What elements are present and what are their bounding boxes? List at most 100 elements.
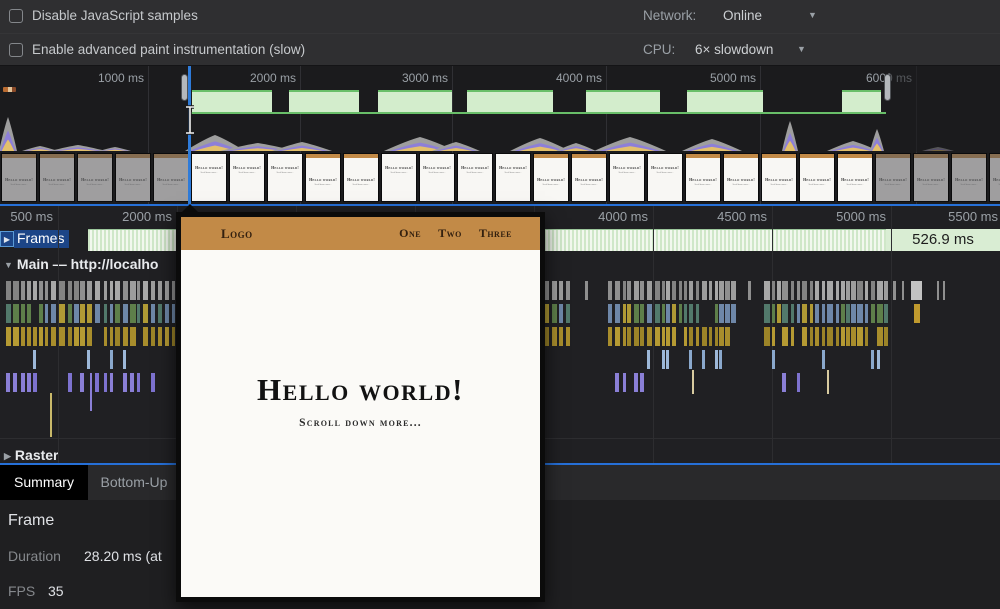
flame-event-bar[interactable]	[615, 327, 620, 346]
flame-event-bar[interactable]	[6, 304, 11, 323]
flame-event-bar[interactable]	[51, 304, 56, 323]
flame-event-bar[interactable]	[696, 281, 699, 300]
flame-event-bar[interactable]	[777, 281, 781, 300]
flame-event-bar[interactable]	[857, 281, 863, 300]
flame-event-bar[interactable]	[130, 281, 136, 300]
flame-event-bar[interactable]	[662, 304, 666, 323]
expand-arrow-icon[interactable]: ▶	[0, 231, 14, 247]
flame-event-bar[interactable]	[655, 327, 660, 346]
flame-event-bar[interactable]	[802, 327, 806, 346]
flame-event-bar[interactable]	[715, 281, 718, 300]
flame-event-bar[interactable]	[45, 281, 48, 300]
flame-event-bar[interactable]	[640, 281, 644, 300]
flame-event-bar[interactable]	[672, 281, 676, 300]
flame-event-bar[interactable]	[841, 281, 845, 300]
flame-event-bar[interactable]	[871, 350, 874, 369]
flame-event-bar[interactable]	[552, 327, 557, 346]
flame-event-bar[interactable]	[74, 327, 79, 346]
flame-event-bar[interactable]	[6, 373, 10, 392]
flame-event-bar[interactable]	[679, 304, 682, 323]
film-thumbnail[interactable]: Hello world!Scroll down more...	[913, 153, 949, 202]
flame-event-bar[interactable]	[137, 373, 141, 392]
flame-event-bar[interactable]	[45, 327, 48, 346]
flame-event-bar[interactable]	[634, 373, 638, 392]
flame-event-bar[interactable]	[21, 327, 25, 346]
flame-event-bar[interactable]	[709, 327, 712, 346]
flame-event-bar[interactable]	[696, 304, 699, 323]
flame-event-bar[interactable]	[615, 304, 620, 323]
flame-event-bar[interactable]	[827, 281, 833, 300]
film-thumbnail[interactable]: Hello world!Scroll down more...	[39, 153, 75, 202]
raster-track-header[interactable]: ▶Raster	[4, 447, 59, 463]
flame-event-bar[interactable]	[943, 281, 945, 300]
flame-event-bar[interactable]	[545, 327, 549, 346]
flame-event-bar[interactable]	[640, 304, 644, 323]
flame-event-bar[interactable]	[684, 281, 687, 300]
flame-event-bar[interactable]	[110, 327, 113, 346]
flame-event-bar[interactable]	[902, 281, 904, 300]
flame-event-bar[interactable]	[715, 350, 718, 369]
flame-event-bar[interactable]	[647, 327, 652, 346]
flame-event-bar[interactable]	[559, 304, 563, 323]
film-thumbnail[interactable]: Hello world!Scroll down more...	[495, 153, 531, 202]
flame-event-bar[interactable]	[143, 304, 147, 323]
flame-event-bar[interactable]	[702, 350, 705, 369]
flame-event-bar[interactable]	[59, 304, 65, 323]
flame-event-bar[interactable]	[104, 373, 107, 392]
flame-event-bar[interactable]	[615, 281, 620, 300]
flame-event-bar[interactable]	[172, 327, 175, 346]
flame-event-bar[interactable]	[666, 327, 670, 346]
flame-event-bar[interactable]	[719, 304, 724, 323]
flame-event-bar[interactable]	[662, 350, 665, 369]
flame-event-bar[interactable]	[655, 281, 660, 300]
flame-event-bar[interactable]	[851, 281, 855, 300]
flame-event-bar[interactable]	[39, 304, 43, 323]
flame-event-bar[interactable]	[27, 327, 31, 346]
flame-event-bar[interactable]	[696, 327, 699, 346]
flame-event-bar[interactable]	[851, 304, 855, 323]
flame-event-bar[interactable]	[772, 327, 775, 346]
flame-event-bar[interactable]	[552, 281, 557, 300]
flame-event-bar[interactable]	[810, 304, 813, 323]
film-thumbnail[interactable]: Hello world!Scroll down more...	[647, 153, 683, 202]
flame-event-bar[interactable]	[836, 327, 839, 346]
film-thumbnail[interactable]: Hello world!Scroll down more...	[875, 153, 911, 202]
flame-long-call-bar[interactable]	[50, 393, 52, 437]
flame-event-bar[interactable]	[51, 281, 56, 300]
flame-event-bar[interactable]	[815, 327, 819, 346]
flame-event-bar[interactable]	[165, 281, 169, 300]
flame-event-bar[interactable]	[123, 281, 128, 300]
flame-event-bar[interactable]	[937, 281, 939, 300]
film-thumbnail[interactable]: Hello world!Scroll down more...	[191, 153, 227, 202]
film-thumbnail[interactable]: Hello world!Scroll down more...	[571, 153, 607, 202]
flame-event-bar[interactable]	[623, 281, 626, 300]
flame-event-bar[interactable]	[647, 350, 650, 369]
selection-handle-right[interactable]	[884, 74, 891, 101]
flame-event-bar[interactable]	[782, 281, 788, 300]
flame-event-bar[interactable]	[810, 327, 813, 346]
flame-event-bar[interactable]	[80, 327, 85, 346]
flame-event-bar[interactable]	[731, 281, 736, 300]
flame-event-bar[interactable]	[846, 327, 850, 346]
flame-event-bar[interactable]	[566, 281, 571, 300]
flame-event-bar[interactable]	[791, 327, 794, 346]
selection-edge-line[interactable]	[188, 66, 191, 204]
flame-event-bar[interactable]	[810, 281, 813, 300]
flame-event-bar[interactable]	[95, 373, 99, 392]
flame-event-bar[interactable]	[865, 327, 868, 346]
flame-event-bar[interactable]	[719, 350, 722, 369]
flame-event-bar[interactable]	[662, 281, 666, 300]
flame-event-bar[interactable]	[27, 304, 31, 323]
flame-event-bar[interactable]	[39, 281, 43, 300]
flame-event-bar[interactable]	[165, 327, 169, 346]
flame-event-bar[interactable]	[123, 373, 127, 392]
flame-event-bar[interactable]	[634, 304, 638, 323]
flame-long-call-bar[interactable]	[692, 370, 694, 394]
flame-event-bar[interactable]	[104, 327, 107, 346]
flame-event-bar[interactable]	[684, 327, 687, 346]
flame-event-bar[interactable]	[130, 327, 136, 346]
film-thumbnail[interactable]: Hello world!Scroll down more...	[761, 153, 797, 202]
main-track-header[interactable]: ▼Main — http://localho	[4, 256, 158, 272]
flame-long-call-bar[interactable]	[90, 373, 92, 411]
flame-event-bar[interactable]	[151, 373, 155, 392]
